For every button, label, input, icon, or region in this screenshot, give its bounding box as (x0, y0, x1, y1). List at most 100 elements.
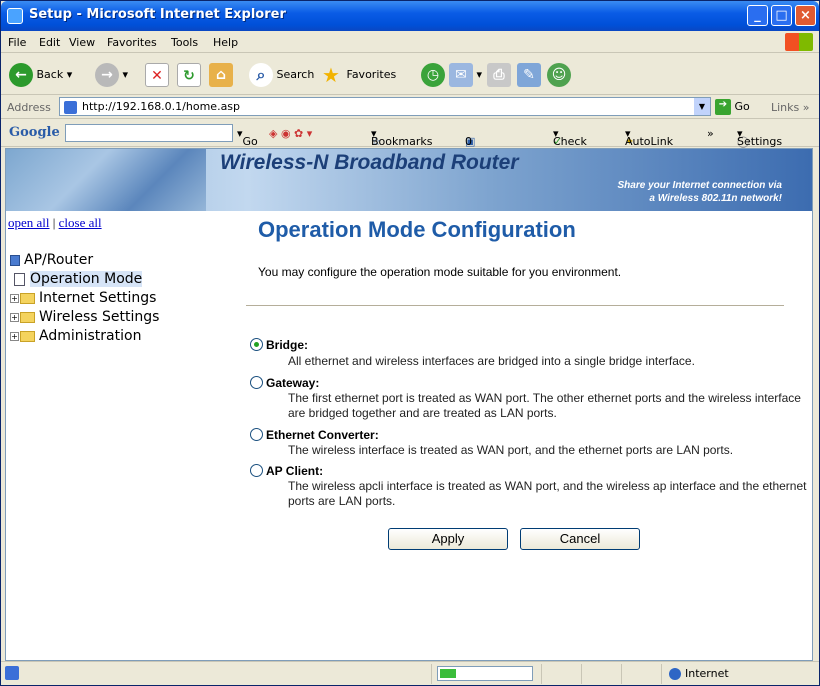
folder-icon (20, 330, 35, 342)
ethernet-converter-description: The wireless interface is treated as WAN… (288, 443, 734, 457)
forward-arrow-icon: → (95, 63, 119, 87)
more-chevron-icon[interactable]: » (707, 127, 714, 140)
edit-button[interactable]: ✎ (517, 63, 541, 87)
edit-icon: ✎ (517, 63, 541, 87)
gateway-description: The first ethernet port is treated as WA… (288, 391, 801, 420)
sidebar-item-operation-mode[interactable]: Operation Mode (10, 270, 159, 289)
page-icon (14, 272, 25, 286)
close-all-link[interactable]: close all (59, 215, 102, 230)
google-search-input[interactable] (65, 124, 233, 142)
google-go-button[interactable]: ▾ Go (237, 127, 258, 148)
radio-button[interactable] (250, 376, 263, 390)
printer-icon: ⎙ (487, 63, 511, 87)
print-button[interactable]: ⎙ (487, 63, 511, 87)
nav-tree: AP/Router Operation Mode + Internet Setti… (10, 251, 159, 346)
tree-controls: open all | close all (8, 215, 102, 231)
google-toolbar: Google ▾ Go ◈ ◉ ✿ ▾ ☆ Bookmarks▾ ▣ 0 blo… (1, 119, 819, 161)
radio-button[interactable] (250, 338, 263, 352)
sidebar-item-administration[interactable]: + Administration (10, 327, 159, 346)
stop-icon: ✕ (145, 63, 169, 87)
back-arrow-icon: ← (9, 63, 33, 87)
left-nav: open all | close all AP/Router Operation… (6, 213, 206, 653)
radio-gateway[interactable]: Gateway: (250, 375, 319, 390)
history-icon: ◷ (421, 63, 445, 87)
status-separator (661, 664, 662, 684)
globe-icon (669, 668, 681, 680)
progress-fill (440, 669, 456, 678)
banner-title: Wireless-N Broadband Router (220, 151, 519, 174)
address-bar: Address http://192.168.0.1/home.asp ▼ ➔ … (1, 95, 819, 119)
tree-root[interactable]: AP/Router (10, 251, 159, 270)
autolink-button[interactable]: ✦ AutoLink ▾ (625, 127, 673, 148)
search-button[interactable]: ⌕ Search (249, 63, 314, 87)
menu-help[interactable]: Help (213, 36, 238, 49)
bridge-description: All ethernet and wireless interfaces are… (288, 354, 695, 368)
address-input[interactable]: http://192.168.0.1/home.asp ▼ (59, 97, 711, 116)
cancel-button[interactable]: Cancel (520, 528, 640, 550)
folder-icon (20, 311, 35, 323)
messenger-button[interactable]: ☺ (547, 63, 571, 87)
radio-bridge[interactable]: Bridge: (250, 337, 308, 352)
refresh-icon: ↻ (177, 63, 201, 87)
go-button[interactable]: ➔ Go (715, 99, 750, 115)
menu-favorites[interactable]: Favorites (107, 36, 157, 49)
security-zone: Internet (669, 667, 729, 680)
expand-icon[interactable]: + (10, 331, 19, 341)
stop-button[interactable]: ✕ (145, 63, 169, 87)
address-label: Address (7, 101, 51, 114)
forward-button[interactable]: → ▾ (95, 63, 128, 87)
browser-window: Setup - Microsoft Internet Explorer _ □ … (0, 0, 820, 686)
bookmarks-button[interactable]: ☆ Bookmarks ▾ (371, 127, 432, 148)
google-tools-icons[interactable]: ◈ ◉ ✿ ▾ (269, 127, 312, 140)
sidebar-item-wireless-settings[interactable]: + Wireless Settings (10, 308, 159, 327)
home-icon: ⌂ (209, 63, 233, 87)
menu-view[interactable]: View (69, 36, 95, 49)
refresh-button[interactable]: ↻ (177, 63, 201, 87)
divider (246, 305, 784, 306)
address-url: http://192.168.0.1/home.asp (82, 100, 241, 113)
google-logo: Google (9, 125, 60, 140)
page-status-icon (5, 666, 19, 680)
status-bar: Internet (1, 661, 819, 685)
page-content: Wireless-N Broadband Router Share your I… (5, 148, 813, 661)
history-button[interactable]: ◷ (421, 63, 445, 87)
menu-edit[interactable]: Edit (39, 36, 60, 49)
close-button[interactable]: × (795, 5, 816, 26)
go-arrow-icon: ➔ (715, 99, 731, 115)
back-button[interactable]: ← Back ▾ (9, 63, 72, 87)
status-separator (581, 664, 582, 684)
spellcheck-button[interactable]: ✓ Check ▾ (553, 127, 587, 148)
open-all-link[interactable]: open all (8, 215, 50, 230)
folder-icon (20, 292, 35, 304)
maximize-button[interactable]: □ (771, 5, 792, 26)
banner-image (6, 149, 206, 211)
radio-ap-client[interactable]: AP Client: (250, 463, 323, 478)
menu-tools[interactable]: Tools (171, 36, 198, 49)
radio-button[interactable] (250, 464, 263, 478)
settings-button[interactable]: ◯ Settings ▾ (737, 127, 782, 148)
menu-bar: File Edit View Favorites Tools Help (1, 31, 819, 53)
favorites-button[interactable]: ★ Favorites (319, 63, 396, 87)
radio-button[interactable] (250, 428, 263, 442)
status-separator (431, 664, 432, 684)
ap-client-description: The wireless apcli interface is treated … (288, 479, 807, 508)
sidebar-item-internet-settings[interactable]: + Internet Settings (10, 289, 159, 308)
expand-icon[interactable]: + (10, 293, 19, 303)
mail-button[interactable]: ✉ ▾ (449, 63, 482, 87)
home-button[interactable]: ⌂ (209, 63, 233, 87)
messenger-icon: ☺ (547, 63, 571, 87)
expand-icon[interactable]: + (10, 312, 19, 322)
banner-tagline: Share your Internet connection via a Wir… (617, 180, 782, 204)
minimize-button[interactable]: _ (747, 5, 768, 26)
links-button[interactable]: Links » (771, 101, 810, 114)
nav-separator: | (52, 215, 56, 230)
mail-icon: ✉ (449, 63, 473, 87)
star-icon: ★ (322, 63, 340, 87)
page-title: Operation Mode Configuration (258, 217, 576, 242)
address-dropdown-icon[interactable]: ▼ (694, 98, 710, 115)
windows-logo-icon (785, 33, 813, 51)
title-bar[interactable]: Setup - Microsoft Internet Explorer _ □ … (1, 1, 819, 31)
apply-button[interactable]: Apply (388, 528, 508, 550)
radio-ethernet-converter[interactable]: Ethernet Converter: (250, 427, 379, 442)
menu-file[interactable]: File (8, 36, 26, 49)
